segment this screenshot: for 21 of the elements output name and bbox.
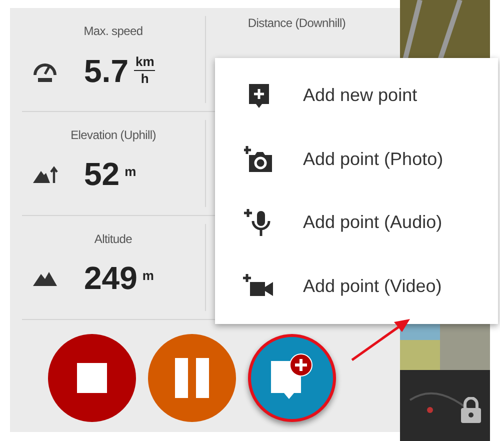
menu-item[interactable]: Add point (Audio) bbox=[215, 191, 498, 254]
stat-value: 52 bbox=[84, 158, 120, 190]
stat-label: Max. speed bbox=[84, 23, 143, 40]
stat-value: 249 bbox=[84, 262, 138, 294]
menu-item[interactable]: Add new point bbox=[215, 64, 498, 128]
unit-fraction: km h bbox=[134, 54, 156, 88]
lock-icon[interactable] bbox=[460, 397, 482, 423]
arrow bbox=[350, 316, 412, 362]
stat-label: Distance (Downhill) bbox=[248, 15, 346, 32]
menu-item[interactable]: Add point (Video) bbox=[215, 254, 498, 318]
stat-label: Elevation (Uphill) bbox=[70, 127, 156, 144]
stat-label: Altitude bbox=[94, 231, 132, 248]
stat-unit: m bbox=[124, 163, 136, 181]
add-camera-icon bbox=[244, 145, 274, 174]
add-point-button[interactable] bbox=[248, 334, 336, 422]
stat-value: 5.7 bbox=[84, 54, 128, 87]
pause-icon bbox=[175, 358, 209, 398]
add-point-icon bbox=[247, 82, 271, 110]
stat-unit: m bbox=[142, 267, 154, 285]
stop-icon bbox=[77, 363, 107, 393]
menu-item[interactable]: Add point (Photo) bbox=[215, 128, 498, 191]
